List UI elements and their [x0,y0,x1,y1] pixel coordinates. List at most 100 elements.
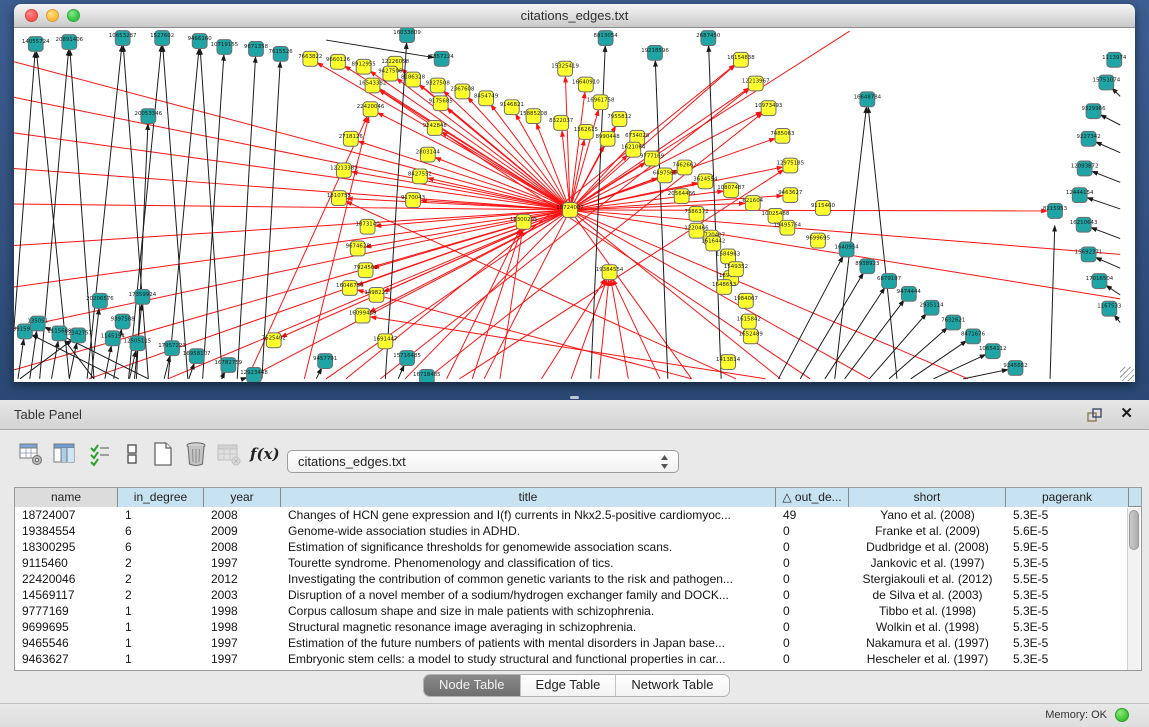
table-cell[interactable]: 0 [776,635,849,651]
table-cell[interactable]: Tourette syndrome. Phenomenology and cla… [281,555,776,571]
table-cell[interactable]: 2 [118,571,204,587]
network-window-titlebar[interactable]: citations_edges.txt [14,4,1135,28]
table-cell[interactable]: 2008 [204,507,281,523]
table-cell[interactable]: 6 [118,523,204,539]
minimize-window-icon[interactable] [46,9,59,22]
table-cell[interactable]: 2 [118,587,204,603]
close-icon[interactable]: ✕ [1120,405,1133,423]
network-node[interactable]: 16718485 [413,369,441,382]
table-cell[interactable]: 18300295 [15,539,118,555]
table-cell[interactable]: 0 [776,651,849,667]
table-row[interactable]: 946554611997Estimation of the future num… [15,635,1141,651]
table-row[interactable]: 1938455462009Genome-wide association stu… [15,523,1141,539]
table-cell[interactable]: Yano et al. (2008) [849,507,1006,523]
column-header-title[interactable]: title [281,488,776,507]
node-table[interactable]: namein_degreeyeartitle△ out_de...shortpa… [14,487,1142,671]
table-cell[interactable]: 9465546 [15,635,118,651]
table-cell[interactable]: 2012 [204,571,281,587]
tab-node-table[interactable]: Node Table [424,675,521,696]
column-header-short[interactable]: short [849,488,1006,507]
column-header-pagerank[interactable]: pagerank [1006,488,1129,507]
table-cell[interactable]: 5.3E-5 [1006,603,1129,619]
table-row[interactable]: 969969511998Structural magnetic resonanc… [15,619,1141,635]
table-cell[interactable]: 5.3E-5 [1006,619,1129,635]
table-cell[interactable]: 0 [776,587,849,603]
table-cell[interactable]: 2008 [204,539,281,555]
float-window-icon[interactable] [1086,407,1103,424]
network-node[interactable]: 135051 [27,316,48,331]
table-cell[interactable]: 5.3E-5 [1006,635,1129,651]
table-cell[interactable]: Tibbo et al. (1998) [849,603,1006,619]
table-cell[interactable]: Embryonic stem cells: a model to study s… [281,651,776,667]
table-cell[interactable]: Dudbridge et al. (2008) [849,539,1006,555]
table-cell[interactable]: 5.3E-5 [1006,507,1129,523]
table-cell[interactable]: 1997 [204,635,281,651]
new-column-icon[interactable] [150,440,176,468]
table-cell[interactable]: Estimation of the future numbers of pati… [281,635,776,651]
table-scrollbar-thumb[interactable] [1129,510,1139,550]
table-cell[interactable]: 9463627 [15,651,118,667]
table-cell[interactable]: 1997 [204,651,281,667]
table-cell[interactable]: Franke et al. (2009) [849,523,1006,539]
table-cell[interactable]: 1 [118,635,204,651]
panel-splitter-handle[interactable] [570,396,579,399]
table-cell[interactable]: 18724007 [15,507,118,523]
network-canvas[interactable]: 1872400776638229660126891295512226058942… [14,28,1135,382]
memory-status-icon[interactable] [1115,708,1129,722]
table-cell[interactable]: 2 [118,555,204,571]
table-cell[interactable]: 5.3E-5 [1006,555,1129,571]
table-cell[interactable]: 49 [776,507,849,523]
table-cell[interactable]: Wolkin et al. (1998) [849,619,1006,635]
show-columns-icon[interactable] [52,440,78,468]
table-cell[interactable]: 2009 [204,523,281,539]
column-header-name[interactable]: name [15,488,118,507]
table-cell[interactable]: Disruption of a novel member of a sodium… [281,587,776,603]
table-cell[interactable]: 9699695 [15,619,118,635]
table-cell[interactable]: 6 [118,539,204,555]
table-cell[interactable]: 5.6E-5 [1006,523,1129,539]
table-cell[interactable]: 0 [776,555,849,571]
network-node[interactable]: 12923448 [240,367,268,382]
resize-grip[interactable] [1120,367,1134,381]
table-cell[interactable]: Genome-wide association studies in ADHD. [281,523,776,539]
table-cell[interactable]: 1 [118,603,204,619]
table-row[interactable]: 1830029562008Estimation of significance … [15,539,1141,555]
table-row[interactable]: 1456911722003Disruption of a novel membe… [15,587,1141,603]
table-body[interactable]: 1872400712008Changes of HCN gene express… [15,507,1141,667]
column-header-year[interactable]: year [204,488,281,507]
table-cell[interactable]: 5.3E-5 [1006,587,1129,603]
select-columns-icon[interactable] [88,440,114,468]
table-cell[interactable]: 1998 [204,603,281,619]
table-cell[interactable]: 5.3E-5 [1006,651,1129,667]
table-cell[interactable]: 5.9E-5 [1006,539,1129,555]
close-window-icon[interactable] [25,9,38,22]
table-cell[interactable]: 9777169 [15,603,118,619]
table-cell[interactable]: Corpus callosum shape and size in male p… [281,603,776,619]
table-cell[interactable]: de Silva et al. (2003) [849,587,1006,603]
table-tabs[interactable]: Node TableEdge TableNetwork Table [424,675,729,696]
table-cell[interactable]: Structural magnetic resonance image aver… [281,619,776,635]
table-cell[interactable]: 0 [776,603,849,619]
table-cell[interactable]: Jankovic et al. (1997) [849,555,1006,571]
row-height-icon[interactable] [120,440,146,468]
table-options-icon[interactable] [18,440,44,468]
table-row[interactable]: 2242004622012Investigating the contribut… [15,571,1141,587]
table-select[interactable]: citations_edges.txt [287,450,679,473]
table-cell[interactable]: Estimation of significance thresholds fo… [281,539,776,555]
table-scrollbar[interactable] [1127,508,1140,670]
table-cell[interactable]: 0 [776,523,849,539]
table-cell[interactable]: 0 [776,539,849,555]
zoom-window-icon[interactable] [67,9,80,22]
table-row[interactable]: 911546021997Tourette syndrome. Phenomeno… [15,555,1141,571]
network-window[interactable]: citations_edges.txt 18724007766382296601… [14,4,1135,382]
function-builder-icon[interactable]: f(x) [250,440,276,468]
column-header-out_de[interactable]: △ out_de... [776,488,849,507]
column-header-in_degree[interactable]: in_degree [118,488,204,507]
table-cell[interactable]: 0 [776,619,849,635]
network-node[interactable]: 621604 [742,196,763,211]
table-cell[interactable]: 2003 [204,587,281,603]
table-cell[interactable]: 1 [118,507,204,523]
table-cell[interactable]: 1 [118,619,204,635]
tab-edge-table[interactable]: Edge Table [521,675,617,696]
table-cell[interactable]: 0 [776,571,849,587]
